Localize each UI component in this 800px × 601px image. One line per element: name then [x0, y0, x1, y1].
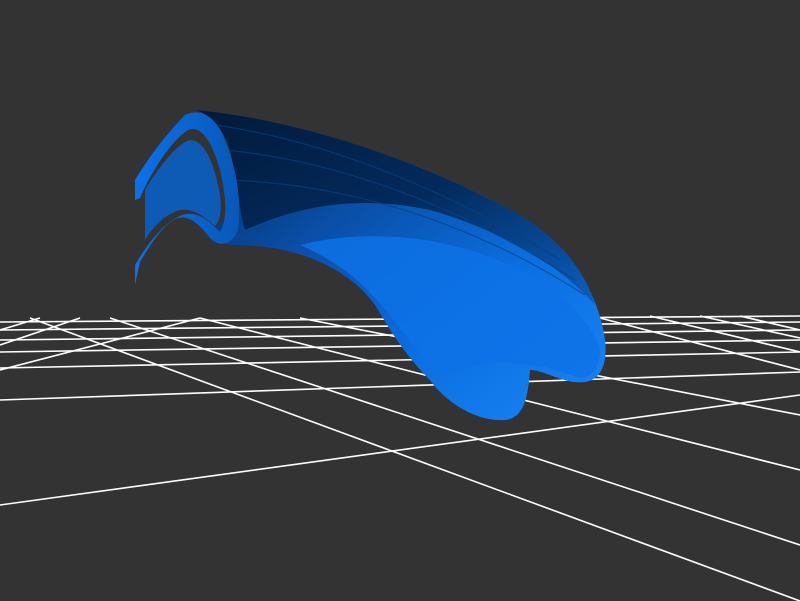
3d-model-tube[interactable]: [135, 110, 606, 421]
scene-canvas[interactable]: [0, 0, 800, 601]
3d-viewport[interactable]: [0, 0, 800, 601]
ground-grid: [0, 315, 800, 601]
